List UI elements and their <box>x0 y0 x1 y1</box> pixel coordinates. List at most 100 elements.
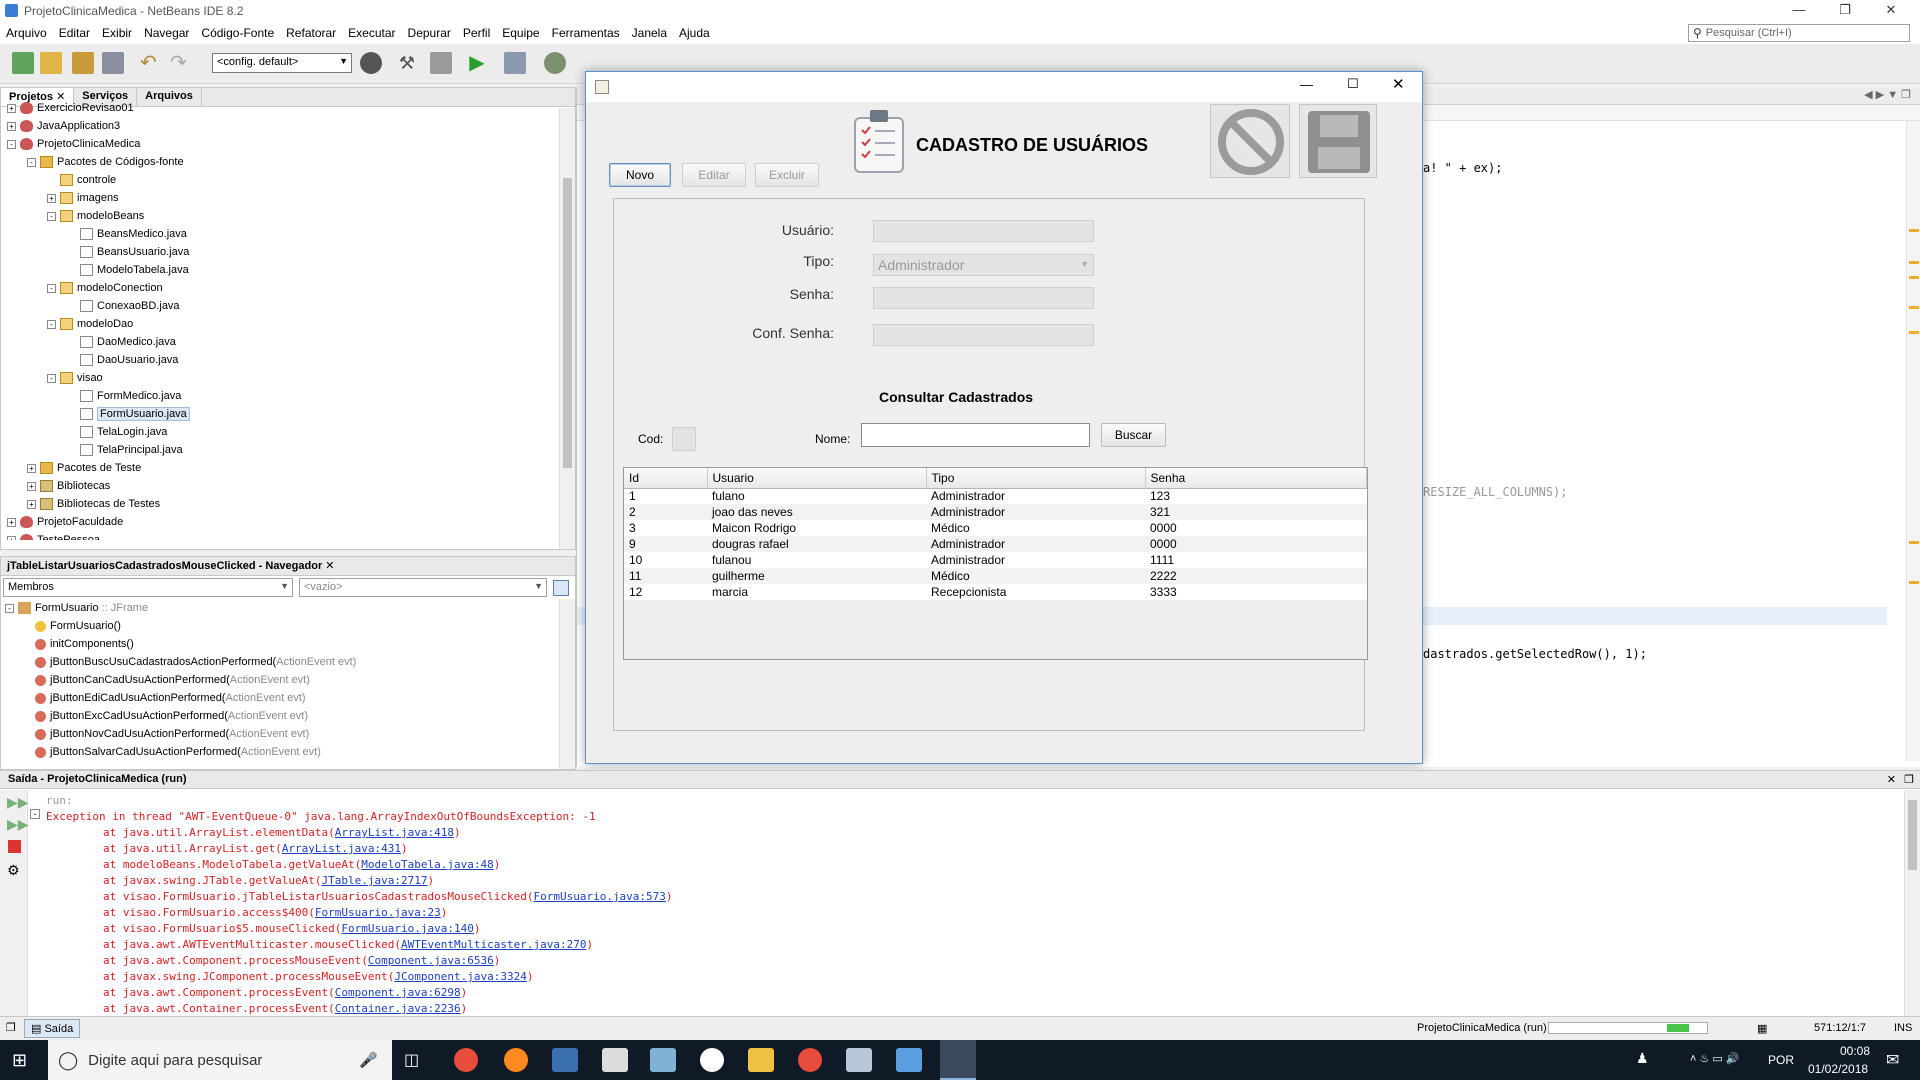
source-link[interactable]: ArrayList.java:431 <box>282 842 401 855</box>
people-icon[interactable]: ♟ <box>1636 1050 1649 1067</box>
profile-icon[interactable] <box>544 52 566 74</box>
navigator-member[interactable]: initComponents() <box>5 635 555 653</box>
expand-toggle-icon[interactable]: - <box>47 373 56 383</box>
menu-arquivo[interactable]: Arquivo <box>0 26 53 40</box>
column-header[interactable]: Senha <box>1145 468 1367 489</box>
source-link[interactable]: Container.java:2236 <box>335 1002 461 1015</box>
menu-ferramentas[interactable]: Ferramentas <box>546 26 626 40</box>
restore-icon[interactable]: ❐ <box>6 1021 16 1034</box>
system-tray-icons[interactable]: ˄ ♨ ▭ 🔊 <box>1690 1052 1740 1065</box>
expand-toggle-icon[interactable]: + <box>47 193 56 203</box>
scrollbar-thumb[interactable] <box>563 178 572 468</box>
table-row[interactable]: 3 Maicon Rodrigo Médico 0000 <box>624 520 1367 536</box>
tree-item[interactable]: + TestePessoa <box>1 531 575 540</box>
source-link[interactable]: Component.java:6298 <box>335 986 461 999</box>
tree-item[interactable]: + Bibliotecas <box>1 477 575 495</box>
search-input[interactable]: Pesquisar (Ctrl+I) <box>1706 27 1792 39</box>
source-link[interactable]: Component.java:6536 <box>368 954 494 967</box>
new-project-icon[interactable] <box>40 52 62 74</box>
tree-item[interactable]: BeansMedico.java <box>1 225 575 243</box>
menu-perfil[interactable]: Perfil <box>457 26 496 40</box>
expand-toggle-icon[interactable]: + <box>7 517 16 527</box>
run-icon[interactable]: ▶ <box>466 52 488 74</box>
usuario-field[interactable] <box>873 220 1094 242</box>
tree-item[interactable]: - visao <box>1 369 575 387</box>
config-select[interactable]: <config. default> ▼ <box>212 53 352 73</box>
expand-toggle-icon[interactable]: + <box>7 535 16 540</box>
save-all-icon[interactable] <box>102 52 124 74</box>
redo-icon[interactable]: ↷ <box>170 52 192 74</box>
excluir-button[interactable]: Excluir <box>755 163 819 187</box>
open-project-icon[interactable] <box>72 52 94 74</box>
obs-icon[interactable] <box>700 1048 724 1072</box>
restore-icon[interactable]: ❐ <box>1822 0 1868 22</box>
filter-select[interactable]: <vazio> ▼ <box>299 578 547 597</box>
chrome-icon[interactable] <box>454 1048 478 1072</box>
dialog-maximize-icon[interactable]: ☐ <box>1347 76 1359 92</box>
expand-toggle-icon[interactable]: - <box>47 211 56 221</box>
navigator-member[interactable]: jButtonSalvarCadUsuActionPerformed(Actio… <box>5 743 555 761</box>
tree-item[interactable]: - modeloDao <box>1 315 575 333</box>
globe-icon[interactable] <box>360 52 382 74</box>
tree-item[interactable]: - ProjetoClinicaMedica <box>1 135 575 153</box>
menu-editar[interactable]: Editar <box>53 26 96 40</box>
saida-status-tab[interactable]: ▤ Saída <box>24 1019 81 1038</box>
navigator-member[interactable]: jButtonBuscUsuCadastradosActionPerformed… <box>5 653 555 671</box>
minimize-icon[interactable]: — <box>1776 0 1822 22</box>
store-icon[interactable] <box>552 1048 578 1072</box>
source-link[interactable]: AWTEventMulticaster.java:270 <box>401 938 586 951</box>
java-app-icon[interactable] <box>940 1040 976 1080</box>
source-link[interactable]: FormUsuario.java:23 <box>315 906 441 919</box>
tree-item[interactable]: + Bibliotecas de Testes <box>1 495 575 513</box>
clean-build-icon[interactable] <box>430 52 452 74</box>
column-header[interactable]: Tipo <box>926 468 1146 489</box>
expand-toggle-icon[interactable]: + <box>7 103 16 113</box>
menu-executar[interactable]: Executar <box>342 26 401 40</box>
calculator-icon[interactable] <box>602 1048 628 1072</box>
new-file-icon[interactable] <box>12 52 34 74</box>
tree-item[interactable]: TelaPrincipal.java <box>1 441 575 459</box>
navigator-member[interactable]: FormUsuario() <box>5 617 555 635</box>
senha-field[interactable] <box>873 287 1094 309</box>
tree-item[interactable]: BeansUsuario.java <box>1 243 575 261</box>
source-link[interactable]: ModeloTabela.java:48 <box>361 858 493 871</box>
expand-toggle-icon[interactable]: - <box>7 139 16 149</box>
output-scrollbar[interactable] <box>1904 790 1920 1016</box>
close-icon[interactable]: ✕ <box>1868 0 1914 22</box>
editor-tab-list-icon[interactable]: ◀ ▶ ▼ ❐ <box>1864 88 1911 101</box>
source-link[interactable]: ArrayList.java:418 <box>335 826 454 839</box>
file-explorer-icon[interactable] <box>748 1048 774 1072</box>
expand-toggle-icon[interactable]: - <box>27 157 36 167</box>
nome-input[interactable] <box>861 423 1090 447</box>
expand-toggle-icon[interactable]: - <box>47 283 56 293</box>
editor-error-stripe[interactable] <box>1906 121 1920 761</box>
conf-senha-field[interactable] <box>873 324 1094 346</box>
table-row[interactable]: 11 guilherme Médico 2222 <box>624 568 1367 584</box>
firefox-icon[interactable] <box>504 1048 528 1072</box>
tree-item[interactable]: DaoUsuario.java <box>1 351 575 369</box>
menu-janela[interactable]: Janela <box>626 26 673 40</box>
clock-time[interactable]: 00:08 <box>1825 1044 1885 1058</box>
tree-item[interactable]: - modeloBeans <box>1 207 575 225</box>
expand-toggle-icon[interactable]: + <box>7 121 16 131</box>
rerun-icon[interactable]: ▶▶ <box>7 794 29 811</box>
column-header[interactable]: Usuario <box>707 468 927 489</box>
members-select[interactable]: Membros ▼ <box>3 578 293 597</box>
menu-navegar[interactable]: Navegar <box>138 26 195 40</box>
clock-date[interactable]: 01/02/2018 <box>1808 1062 1868 1076</box>
navigator-scrollbar[interactable] <box>559 599 575 769</box>
buscar-button[interactable]: Buscar <box>1101 423 1166 447</box>
virtualbox-icon[interactable] <box>896 1048 922 1072</box>
build-hammer-icon[interactable]: ⚒ <box>396 52 418 74</box>
tree-item[interactable]: + ProjetoFaculdade <box>1 513 575 531</box>
tree-item[interactable]: controle <box>1 171 575 189</box>
notepad-icon[interactable] <box>650 1048 676 1072</box>
save-button[interactable] <box>1299 104 1377 178</box>
taskbar-search[interactable]: ◯ Digite aqui para pesquisar 🎤 <box>48 1040 392 1080</box>
ide-search-box[interactable]: ⚲ Pesquisar (Ctrl+I) <box>1688 24 1910 42</box>
microphone-icon[interactable]: 🎤 <box>359 1051 378 1069</box>
table-row[interactable]: 12 marcia Recepcionista 3333 <box>624 584 1367 600</box>
windows-start-icon[interactable]: ⊞ <box>12 1050 27 1071</box>
source-link[interactable]: JComponent.java:3324 <box>394 970 526 983</box>
tipo-select[interactable]: Administrador ▼ <box>873 254 1094 276</box>
